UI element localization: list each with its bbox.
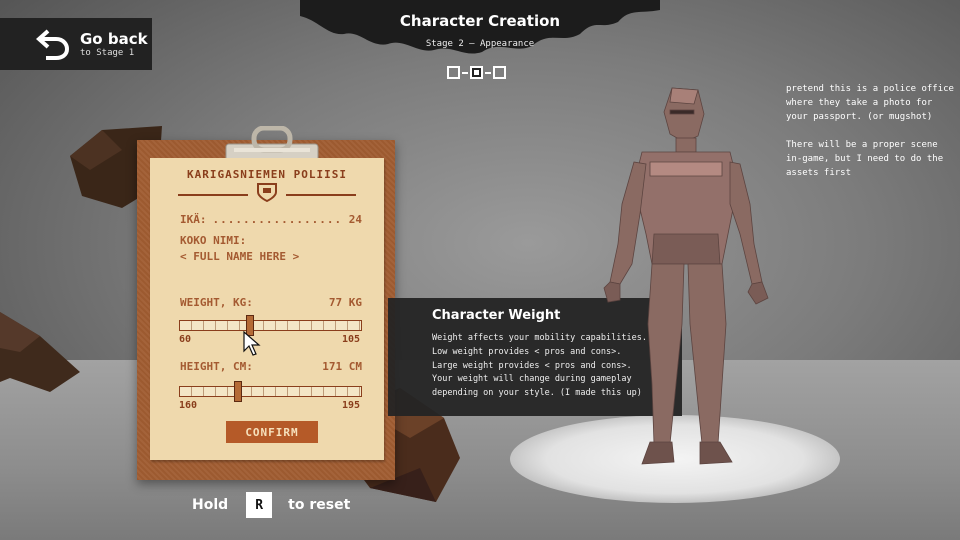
back-arrow-icon [36,29,70,60]
height-label: HEIGHT, CM: [180,360,253,373]
rock-left [0,312,80,392]
reset-hint: Hold R to reset [192,492,350,518]
name-value[interactable]: < FULL NAME HERE > [180,250,299,263]
id-form: KARIGASNIEMEN POLIISI IKÄ: .............… [150,158,384,460]
height-slider-thumb[interactable] [234,381,242,402]
name-label: KOKO NIMI: [180,234,247,247]
mouse-pointer-icon [243,331,261,356]
weight-max: 105 [341,334,360,345]
stage-step-dash [485,71,491,74]
go-back-text: Go back to Stage 1 [80,30,148,58]
weight-range: 60 105 [179,334,360,345]
height-slider-ticks [180,387,361,396]
character-model[interactable] [590,84,780,484]
reset-hint-suffix: to reset [288,497,351,513]
police-badge-icon [257,183,277,202]
form-rule-right [286,194,356,196]
go-back-label: Go back [80,30,148,48]
height-slider[interactable] [179,381,362,402]
go-back-sub: to Stage 1 [80,48,135,58]
reset-hint-prefix: Hold [192,497,229,513]
age-dots: ................. [212,213,343,226]
height-value: 171 CM [322,360,362,373]
reset-key[interactable]: R [246,492,273,518]
tooltip-title: Character Weight [432,308,561,323]
go-back-button[interactable]: Go back to Stage 1 [0,18,152,70]
dev-note-paragraph-2: There will be a proper scene in-game, bu… [786,140,944,178]
page-header: Character Creation Stage 2 — Appearance [380,12,580,49]
stage-step-2 [470,66,483,79]
page-subtitle: Stage 2 — Appearance [425,39,535,49]
page-title: Character Creation [399,12,561,30]
stage-indicator [447,66,506,79]
form-rule-left [178,194,248,196]
weight-value: 77 KG [328,296,362,309]
height-min: 160 [179,400,198,411]
confirm-button[interactable]: CONFIRM [226,421,318,443]
age-label: IKÄ: [180,213,207,226]
dev-note-paragraph-1: pretend this is a police office where th… [786,84,954,122]
weight-label: WEIGHT, KG: [180,296,253,309]
height-max: 195 [341,400,360,411]
weight-slider[interactable] [179,315,362,336]
height-range: 160 195 [179,400,360,411]
weight-slider-ticks [180,321,361,330]
stage-step-3 [493,66,506,79]
dev-note: pretend this is a police office where th… [786,82,958,194]
age-value: 24 [348,213,362,226]
stage-step-1 [447,66,460,79]
weight-min: 60 [179,334,192,345]
age-row: IKÄ: ................. 24 [180,213,362,226]
form-org-title: KARIGASNIEMEN POLIISI [186,168,348,181]
stage-step-dash [462,71,468,74]
